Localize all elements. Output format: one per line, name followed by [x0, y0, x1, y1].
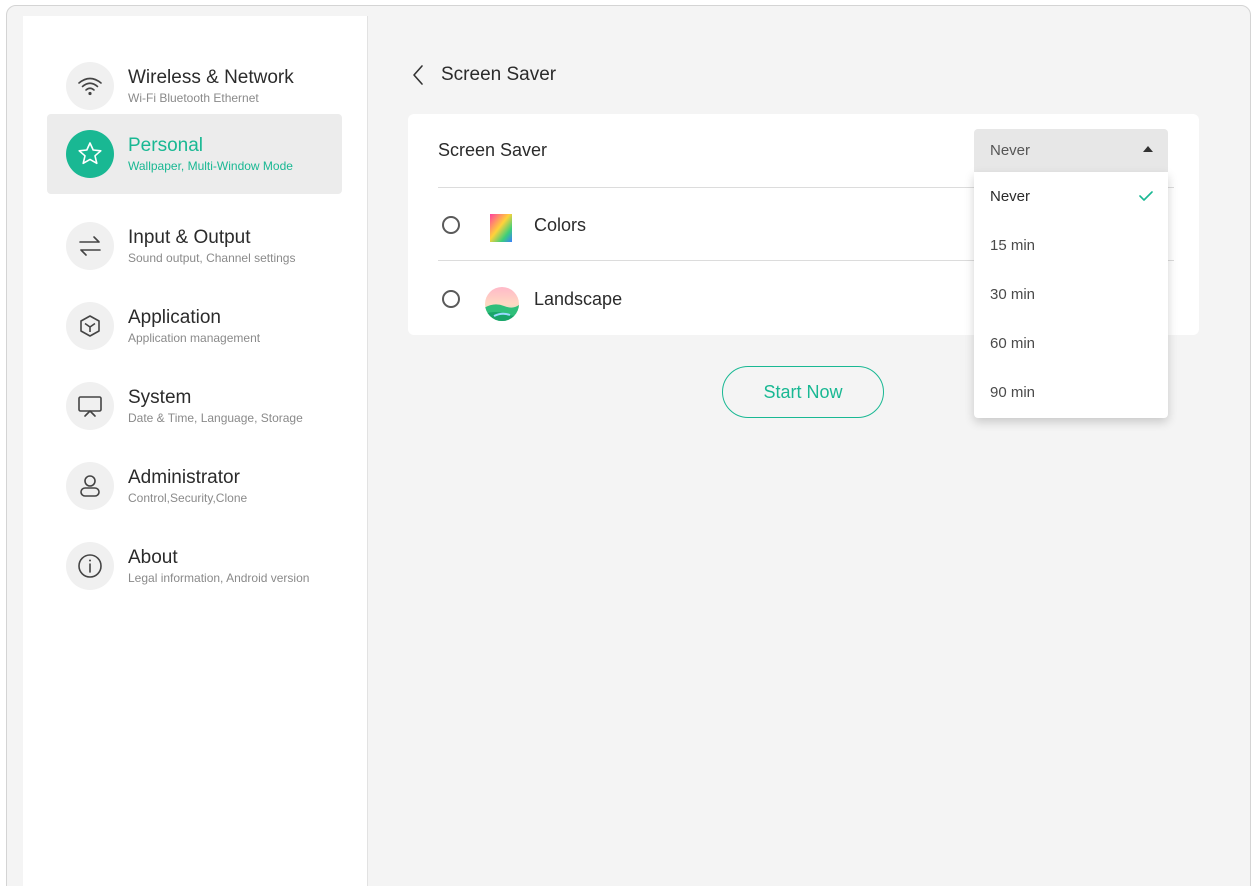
screen-saver-timeout-select[interactable]: Never	[974, 129, 1168, 172]
colors-thumbnail-icon	[490, 214, 512, 242]
chevron-left-icon	[413, 65, 423, 85]
timeout-dropdown-menu: Never 15 min 30 min 60 min 90 min	[974, 172, 1168, 418]
sidebar-item-title: About	[128, 547, 178, 568]
sidebar-item-title: Administrator	[128, 467, 240, 488]
sidebar-item-input-output[interactable]: Input & Output Sound output, Channel set…	[47, 206, 342, 286]
sidebar-item-subtitle: Legal information, Android version	[128, 571, 310, 585]
dropdown-item-15-min[interactable]: 15 min	[974, 221, 1168, 270]
dropdown-item-30-min[interactable]: 30 min	[974, 270, 1168, 319]
page-title: Screen Saver	[441, 64, 557, 85]
dropdown-item-label: 60 min	[990, 335, 1036, 352]
select-value: Never	[990, 142, 1031, 159]
page-header: Screen Saver	[411, 60, 556, 90]
sidebar-item-about[interactable]: About Legal information, Android version	[47, 526, 342, 606]
landscape-thumbnail-icon	[485, 287, 519, 321]
sidebar-item-title: Personal	[128, 135, 203, 156]
back-button[interactable]	[411, 60, 435, 90]
option-landscape[interactable]: Landscape	[438, 274, 978, 324]
sidebar-item-title: Wireless & Network	[128, 67, 294, 88]
sidebar-item-title: Input & Output	[128, 227, 251, 248]
sidebar-item-title: Application	[128, 307, 221, 328]
dropdown-item-90-min[interactable]: 90 min	[974, 368, 1168, 417]
swap-arrows-icon	[66, 222, 114, 270]
sidebar-item-subtitle: Wi-Fi Bluetooth Ethernet	[128, 91, 259, 105]
star-icon	[66, 130, 114, 178]
info-icon	[66, 542, 114, 590]
start-now-button[interactable]: Start Now	[722, 366, 884, 418]
dropdown-item-label: 15 min	[990, 237, 1036, 254]
sidebar-item-subtitle: Application management	[128, 331, 261, 345]
sidebar-item-application[interactable]: Application Application management	[47, 286, 342, 366]
radio-landscape[interactable]	[442, 290, 460, 308]
sidebar-item-subtitle: Control,Security,Clone	[128, 491, 248, 505]
dropdown-item-label: 30 min	[990, 286, 1036, 303]
checkmark-icon	[1139, 191, 1153, 201]
option-label: Colors	[534, 215, 587, 235]
monitor-icon	[66, 382, 114, 430]
option-label: Landscape	[534, 289, 623, 309]
radio-colors[interactable]	[442, 216, 460, 234]
sidebar-item-personal[interactable]: Personal Wallpaper, Multi-Window Mode	[47, 114, 342, 194]
sidebar-item-administrator[interactable]: Administrator Control,Security,Clone	[47, 446, 342, 526]
settings-window: Wireless & Network Wi-Fi Bluetooth Ether…	[6, 5, 1251, 886]
sidebar-divider	[367, 16, 368, 886]
dropdown-item-label: Never	[990, 188, 1031, 205]
sidebar-item-subtitle: Date & Time, Language, Storage	[128, 411, 303, 425]
sidebar-item-title: System	[128, 387, 192, 408]
person-icon	[66, 462, 114, 510]
cube-icon	[66, 302, 114, 350]
sidebar: Wireless & Network Wi-Fi Bluetooth Ether…	[23, 16, 368, 886]
sidebar-item-subtitle: Sound output, Channel settings	[128, 251, 296, 265]
sidebar-item-system[interactable]: System Date & Time, Language, Storage	[47, 366, 342, 446]
dropdown-item-60-min[interactable]: 60 min	[974, 319, 1168, 368]
dropdown-item-label: 90 min	[990, 384, 1036, 401]
dropdown-item-never[interactable]: Never	[974, 172, 1168, 221]
caret-up-icon	[1143, 146, 1153, 152]
option-colors[interactable]: Colors	[438, 200, 978, 250]
screen-saver-label: Screen Saver	[438, 140, 548, 160]
sidebar-item-subtitle: Wallpaper, Multi-Window Mode	[128, 159, 293, 173]
wifi-icon	[66, 62, 114, 110]
